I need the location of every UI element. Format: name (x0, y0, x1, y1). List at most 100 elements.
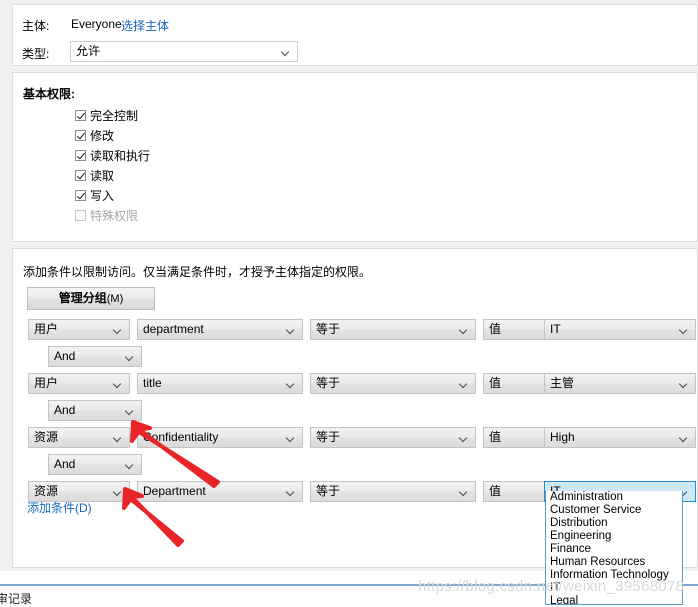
chevron-down-icon (680, 428, 689, 447)
logical-operator-value-5: And (54, 457, 76, 471)
permission-item-4[interactable]: 写入 (75, 187, 114, 203)
condition-operator-row-1: And (13, 346, 697, 367)
condition-scope-combobox-1[interactable]: 用户 (28, 373, 130, 394)
chevron-down-icon (460, 374, 469, 393)
permission-label-2: 读取和执行 (90, 149, 151, 163)
permission-checkbox-5 (75, 210, 86, 221)
condition-row-2: 资源 Confidentiality 等于 值 High (13, 427, 697, 448)
condition-scope-value-1: 用户 (34, 376, 59, 390)
condition-comparison-operator-value-0: 等于 (316, 322, 341, 336)
chevron-down-icon (287, 428, 296, 447)
condition-comparison-operator-combobox-3[interactable]: 等于 (310, 481, 476, 502)
bottom-tab-label[interactable]: 审记录 (0, 590, 32, 607)
condition-value-value-0: IT (550, 322, 561, 336)
chevron-down-icon (287, 374, 296, 393)
dropdown-option-5[interactable]: Human Resources (546, 556, 682, 569)
condition-value-value-2: High (550, 430, 575, 444)
logical-operator-combobox-3[interactable]: And (48, 400, 142, 421)
permission-label-5: 特殊权限 (90, 209, 139, 223)
dropdown-option-0[interactable]: Administration (546, 491, 682, 504)
condition-comparison-operator-value-1: 等于 (316, 376, 341, 390)
condition-value-type-value-1: 值 (489, 376, 502, 390)
dropdown-option-8[interactable]: Legal (546, 595, 682, 604)
department-dropdown-list[interactable]: Administration Customer Service Distributi… (545, 491, 683, 605)
chevron-down-icon (114, 374, 123, 393)
condition-comparison-operator-combobox-2[interactable]: 等于 (310, 427, 476, 448)
permission-item-1[interactable]: 修改 (75, 127, 114, 143)
logical-operator-value-3: And (54, 403, 76, 417)
condition-value-combobox-0[interactable]: IT (544, 319, 696, 340)
select-subject-link[interactable]: 选择主体 (121, 17, 169, 34)
chevron-down-icon (287, 320, 296, 339)
condition-attribute-combobox-0[interactable]: department (137, 319, 303, 340)
condition-scope-value-2: 资源 (34, 430, 59, 444)
dropdown-option-1[interactable]: Customer Service (546, 504, 682, 517)
condition-operator-row-5: And (13, 454, 697, 475)
chevron-down-icon (282, 42, 291, 61)
permission-item-5: 特殊权限 (75, 207, 138, 223)
manage-groups-button[interactable]: 管理分组(M) (27, 287, 155, 310)
chevron-down-icon (680, 374, 689, 393)
condition-attribute-value-3: Department (143, 484, 206, 498)
condition-value-type-value-2: 值 (489, 430, 502, 444)
dropdown-option-6[interactable]: Information Technology (546, 569, 682, 582)
condition-attribute-value-1: title (143, 376, 162, 390)
permission-checkbox-3[interactable] (75, 170, 86, 181)
condition-comparison-operator-combobox-1[interactable]: 等于 (310, 373, 476, 394)
chevron-down-icon (460, 428, 469, 447)
permission-item-3[interactable]: 读取 (75, 167, 114, 183)
subject-label: 主体: (22, 19, 50, 33)
condition-scope-combobox-0[interactable]: 用户 (28, 319, 130, 340)
permission-checkbox-1[interactable] (75, 130, 86, 141)
background-gutter-left (0, 0, 12, 571)
condition-comparison-operator-combobox-0[interactable]: 等于 (310, 319, 476, 340)
manage-groups-label: 管理分组 (58, 291, 107, 305)
permission-checkbox-0[interactable] (75, 110, 86, 121)
condition-value-combobox-2[interactable]: High (544, 427, 696, 448)
chevron-down-icon (114, 482, 123, 501)
dropdown-option-4[interactable]: Finance (546, 543, 682, 556)
permission-label-4: 写入 (90, 189, 115, 203)
condition-attribute-value-2: Confidentiality (143, 430, 219, 444)
dropdown-option-3[interactable]: Engineering (546, 530, 682, 543)
permission-item-2[interactable]: 读取和执行 (75, 147, 150, 163)
logical-operator-value-1: And (54, 349, 76, 363)
condition-scope-combobox-2[interactable]: 资源 (28, 427, 130, 448)
permission-label-1: 修改 (90, 129, 115, 143)
logical-operator-combobox-5[interactable]: And (48, 454, 142, 475)
dropdown-option-2[interactable]: Distribution (546, 517, 682, 530)
condition-row-1: 用户 title 等于 值 主管 (13, 373, 697, 394)
dropdown-option-7[interactable]: IT (546, 582, 682, 595)
logical-operator-combobox-1[interactable]: And (48, 346, 142, 367)
principal-panel: 主体: Everyone 选择主体 类型: 允许 (12, 4, 698, 66)
chevron-down-icon (287, 482, 296, 501)
chevron-down-icon (114, 428, 123, 447)
chevron-down-icon (126, 347, 135, 366)
basic-permissions-title: 基本权限: (23, 87, 75, 101)
condition-attribute-combobox-3[interactable]: Department (137, 481, 303, 502)
condition-scope-value-3: 资源 (34, 484, 59, 498)
add-condition-link[interactable]: 添加条件(D) (27, 499, 92, 516)
type-label: 类型: (22, 47, 50, 61)
permission-item-0[interactable]: 完全控制 (75, 107, 138, 123)
condition-comparison-operator-value-3: 等于 (316, 484, 341, 498)
permission-type-combobox[interactable]: 允许 (70, 41, 298, 62)
basic-permissions-panel: 基本权限: 完全控制修改读取和执行读取写入特殊权限 (12, 72, 698, 242)
condition-row-0: 用户 department 等于 值 IT (13, 319, 697, 340)
manage-groups-mnemonic: (M) (106, 293, 124, 305)
condition-attribute-combobox-2[interactable]: Confidentiality (137, 427, 303, 448)
chevron-down-icon (126, 455, 135, 474)
chevron-down-icon (460, 482, 469, 501)
condition-scope-value-0: 用户 (34, 322, 59, 336)
condition-value-combobox-1[interactable]: 主管 (544, 373, 696, 394)
condition-value-value-1: 主管 (550, 376, 575, 390)
chevron-down-icon (680, 320, 689, 339)
condition-attribute-combobox-1[interactable]: title (137, 373, 303, 394)
chevron-down-icon (114, 320, 123, 339)
condition-value-type-value-3: 值 (489, 484, 502, 498)
chevron-down-icon (460, 320, 469, 339)
permission-label-3: 读取 (90, 169, 115, 183)
condition-operator-row-3: And (13, 400, 697, 421)
permission-checkbox-2[interactable] (75, 150, 86, 161)
permission-checkbox-4[interactable] (75, 190, 86, 201)
